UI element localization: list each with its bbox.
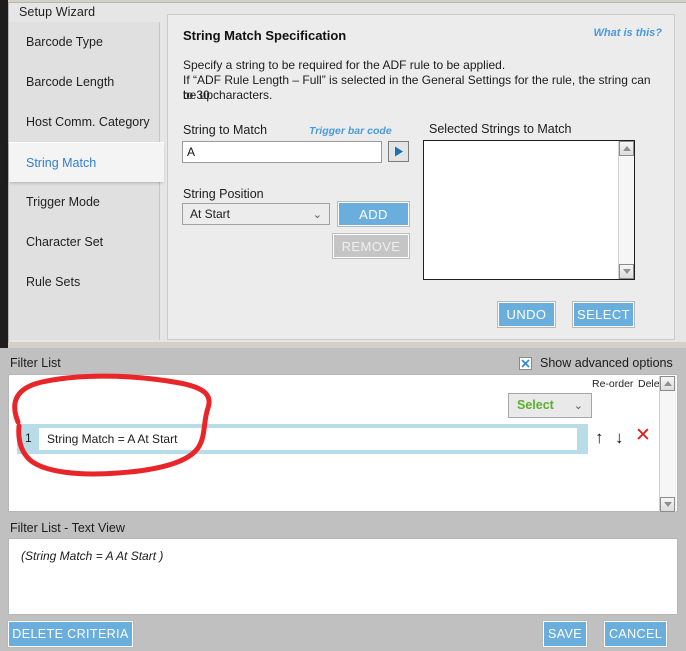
scroll-down-icon[interactable] xyxy=(619,264,634,279)
description-line-3: to 30 characters. xyxy=(183,88,273,102)
panel-title: String Match Specification xyxy=(183,28,347,43)
move-up-icon[interactable]: ↑ xyxy=(595,427,604,449)
sidebar-item-label: Host Comm. Category xyxy=(26,115,150,129)
sidebar-item-barcode-length[interactable]: Barcode Length xyxy=(9,62,160,102)
remove-button: REMOVE xyxy=(332,233,410,259)
filter-list-text-view-box[interactable]: (String Match = A At Start ) xyxy=(8,538,678,615)
chevron-down-icon: ⌄ xyxy=(573,400,583,412)
sidebar-item-string-match[interactable]: String Match xyxy=(9,142,164,182)
move-down-icon[interactable]: ↓ xyxy=(615,427,624,449)
scrollbar-track[interactable] xyxy=(660,391,675,497)
listbox-scrollbar[interactable] xyxy=(618,141,634,279)
chevron-down-icon: ⌄ xyxy=(312,209,322,221)
delete-criteria-button[interactable]: DELETE CRITERIA xyxy=(7,620,134,648)
string-position-select[interactable]: At Start ⌄ xyxy=(182,203,330,225)
filter-list-text-view-label: Filter List - Text View xyxy=(10,521,125,535)
sidebar-item-label: Barcode Type xyxy=(26,35,103,49)
selected-strings-listbox[interactable] xyxy=(423,140,635,280)
sidebar-item-host-comm-category[interactable]: Host Comm. Category xyxy=(9,102,160,142)
sidebar-item-barcode-type[interactable]: Barcode Type xyxy=(9,22,160,62)
add-button[interactable]: ADD xyxy=(337,201,410,227)
window-left-edge xyxy=(0,0,8,348)
string-to-match-label: String to Match xyxy=(183,123,268,137)
select-button[interactable]: SELECT xyxy=(572,301,635,328)
sidebar: Barcode Type Barcode Length Host Comm. C… xyxy=(9,22,164,340)
table-row[interactable]: 1 String Match = A At Start xyxy=(17,424,588,454)
sidebar-item-character-set[interactable]: Character Set xyxy=(9,222,160,262)
sidebar-item-label: String Match xyxy=(26,156,97,170)
scroll-up-icon[interactable] xyxy=(660,376,675,391)
trigger-bar-code-link[interactable]: Trigger bar code xyxy=(309,125,392,137)
show-advanced-options-checkbox[interactable] xyxy=(519,357,532,370)
description-line-1: Specify a string to be required for the … xyxy=(183,58,506,72)
sidebar-item-label: Barcode Length xyxy=(26,75,115,89)
selected-strings-label: Selected Strings to Match xyxy=(429,122,572,136)
scroll-up-icon[interactable] xyxy=(619,141,634,156)
what-is-this-link[interactable]: What is this? xyxy=(594,27,662,39)
filter-select-dropdown[interactable]: Select ⌄ xyxy=(508,393,592,418)
row-criteria-text[interactable]: String Match = A At Start xyxy=(39,428,577,450)
sidebar-item-label: Rule Sets xyxy=(26,275,81,289)
filter-list-label: Filter List xyxy=(10,356,61,370)
delete-row-icon[interactable]: ✕ xyxy=(635,425,651,447)
scrollbar-track[interactable] xyxy=(619,156,634,264)
show-advanced-options-label[interactable]: Show advanced options xyxy=(540,356,673,370)
filter-select-value: Select xyxy=(517,398,554,412)
filter-list-scrollbar[interactable] xyxy=(659,376,676,512)
string-match-specification-panel: String Match Specification What is this?… xyxy=(167,14,675,340)
filter-list-text-view-content: (String Match = A At Start ) xyxy=(21,549,164,563)
sidebar-item-rule-sets[interactable]: Rule Sets xyxy=(9,262,160,302)
save-button[interactable]: SAVE xyxy=(542,620,588,648)
string-to-match-input[interactable] xyxy=(182,141,382,163)
page-title: Setup Wizard xyxy=(19,5,96,19)
column-header-reorder: Re-order xyxy=(592,378,634,390)
setup-wizard-region: Setup Wizard Barcode Type Barcode Length… xyxy=(0,0,686,348)
undo-button[interactable]: UNDO xyxy=(497,301,556,328)
string-position-label: String Position xyxy=(183,187,264,201)
sidebar-item-label: Character Set xyxy=(26,235,104,249)
cancel-button[interactable]: CANCEL xyxy=(603,620,668,648)
play-icon[interactable] xyxy=(388,141,409,162)
filter-list-panel: Re-order Delete Select ⌄ 1 String Match … xyxy=(8,374,678,512)
string-position-value: At Start xyxy=(190,207,231,221)
sidebar-item-trigger-mode[interactable]: Trigger Mode xyxy=(9,182,160,222)
sidebar-item-label: Trigger Mode xyxy=(26,195,100,209)
scroll-down-icon[interactable] xyxy=(660,497,675,512)
row-index: 1 xyxy=(25,431,32,445)
